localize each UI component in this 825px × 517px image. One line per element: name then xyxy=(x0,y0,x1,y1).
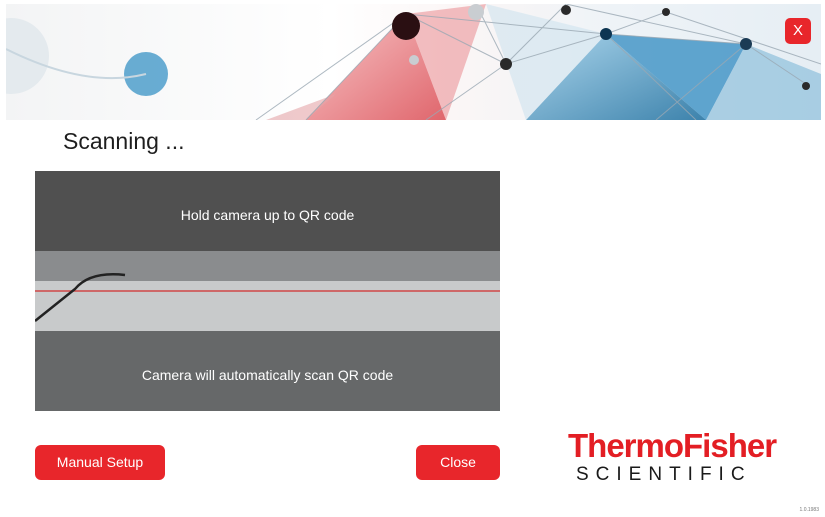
logo-name: ThermoFisher xyxy=(568,427,777,464)
version-label: 1.0.1983 xyxy=(799,507,819,513)
scanner-dialog: X Scanning ... Hold camera up to QR code… xyxy=(6,4,821,509)
camera-preview: Hold camera up to QR code Camera will au… xyxy=(35,171,500,411)
close-icon[interactable]: X xyxy=(785,18,811,44)
logo-subtitle: SCIENTIFIC xyxy=(576,464,752,485)
camera-instruction-top: Hold camera up to QR code xyxy=(180,207,355,223)
network-graphic xyxy=(6,4,821,120)
manual-setup-button[interactable]: Manual Setup xyxy=(35,445,165,480)
page-title: Scanning ... xyxy=(63,128,185,154)
close-button[interactable]: Close xyxy=(416,445,500,480)
header-banner: X xyxy=(6,4,821,120)
camera-instruction-bottom: Camera will automatically scan QR code xyxy=(141,367,394,383)
thermo-fisher-logo: ThermoFisher SCIENTIFIC xyxy=(568,428,788,486)
